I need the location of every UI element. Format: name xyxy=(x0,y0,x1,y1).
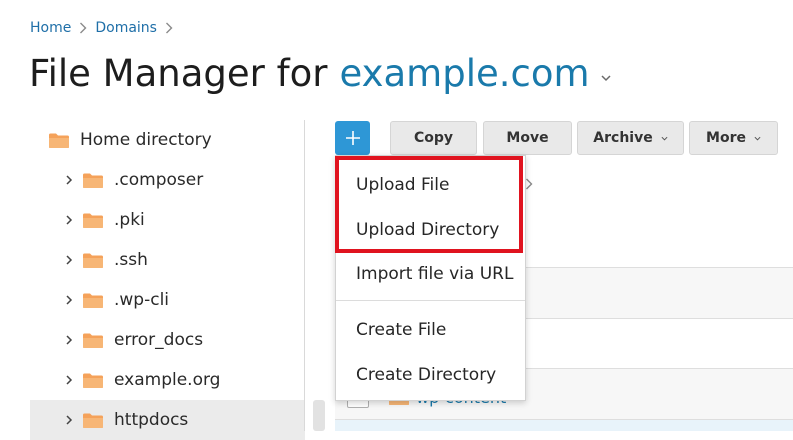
chevron-down-icon xyxy=(661,136,668,141)
domain-selector[interactable]: example.com xyxy=(340,52,590,95)
tree-item-wp-cli[interactable]: .wp-cli xyxy=(64,280,169,320)
chevron-right-icon[interactable] xyxy=(64,215,74,225)
folder-tree: Home directory .composer .pki .ssh .wp-c… xyxy=(0,120,305,440)
menu-divider xyxy=(336,300,525,301)
chevron-right-icon[interactable] xyxy=(64,295,74,305)
tree-item-label: example.org xyxy=(114,370,221,390)
chevron-right-icon[interactable] xyxy=(64,415,74,425)
tree-item-pki[interactable]: .pki xyxy=(64,200,145,240)
tree-item-composer[interactable]: .composer xyxy=(64,160,203,200)
folder-icon xyxy=(83,413,103,428)
more-button-label: More xyxy=(706,130,746,146)
menu-item-upload-directory[interactable]: Upload Directory xyxy=(356,220,499,240)
more-button[interactable]: More xyxy=(689,121,778,155)
chevron-right-icon[interactable] xyxy=(64,335,74,345)
menu-item-upload-file[interactable]: Upload File xyxy=(356,175,449,195)
breadcrumb-home[interactable]: Home xyxy=(30,20,71,36)
tree-item-label: .wp-cli xyxy=(114,290,170,310)
folder-icon xyxy=(83,173,103,188)
breadcrumb-domains[interactable]: Domains xyxy=(95,20,157,36)
chevron-right-icon[interactable] xyxy=(64,375,74,385)
chevron-right-icon[interactable] xyxy=(64,175,74,185)
tree-item-example-org[interactable]: example.org xyxy=(64,360,220,400)
panel-divider[interactable] xyxy=(304,120,305,431)
folder-icon xyxy=(83,213,103,228)
tree-item-label: Home directory xyxy=(80,130,212,150)
archive-button[interactable]: Archive xyxy=(577,121,684,155)
plus-icon xyxy=(345,131,360,145)
tree-item-ssh[interactable]: .ssh xyxy=(64,240,148,280)
tree-item-label: httpdocs xyxy=(114,410,189,430)
tree-item-label: .composer xyxy=(114,170,204,190)
tree-scrollbar[interactable] xyxy=(313,400,325,431)
tree-item-label: .pki xyxy=(114,210,145,230)
tree-item-label: .ssh xyxy=(114,250,148,270)
page-title: File Manager for example.com xyxy=(29,52,612,95)
copy-button[interactable]: Copy xyxy=(390,121,477,155)
menu-item-create-directory[interactable]: Create Directory xyxy=(356,365,496,385)
page-title-text: File Manager for xyxy=(29,52,328,95)
chevron-right-icon xyxy=(165,22,173,34)
folder-icon xyxy=(83,293,103,308)
chevron-down-icon[interactable] xyxy=(600,72,612,84)
chevron-right-icon xyxy=(526,178,533,190)
menu-item-import-url[interactable]: Import file via URL xyxy=(356,264,513,284)
breadcrumb: Home Domains xyxy=(30,20,181,36)
move-button[interactable]: Move xyxy=(483,121,572,155)
folder-icon xyxy=(83,373,103,388)
move-button-label: Move xyxy=(506,130,549,146)
tree-item-error-docs[interactable]: error_docs xyxy=(64,320,203,360)
chevron-down-icon xyxy=(754,136,761,141)
copy-button-label: Copy xyxy=(413,130,454,146)
chevron-right-icon xyxy=(80,22,87,34)
chevron-right-icon[interactable] xyxy=(64,255,74,265)
folder-icon xyxy=(83,333,103,348)
file-list-row-selected xyxy=(335,420,793,431)
tree-item-label: error_docs xyxy=(114,330,204,350)
menu-item-create-file[interactable]: Create File xyxy=(356,320,446,340)
archive-button-label: Archive xyxy=(593,130,653,146)
add-button[interactable] xyxy=(335,121,370,155)
add-dropdown-menu: Upload File Upload Directory Import file… xyxy=(335,155,526,401)
folder-icon xyxy=(49,133,69,148)
tree-item-httpdocs[interactable]: httpdocs xyxy=(30,400,305,440)
folder-icon xyxy=(83,253,103,268)
tree-item-home[interactable]: Home directory xyxy=(48,120,212,160)
